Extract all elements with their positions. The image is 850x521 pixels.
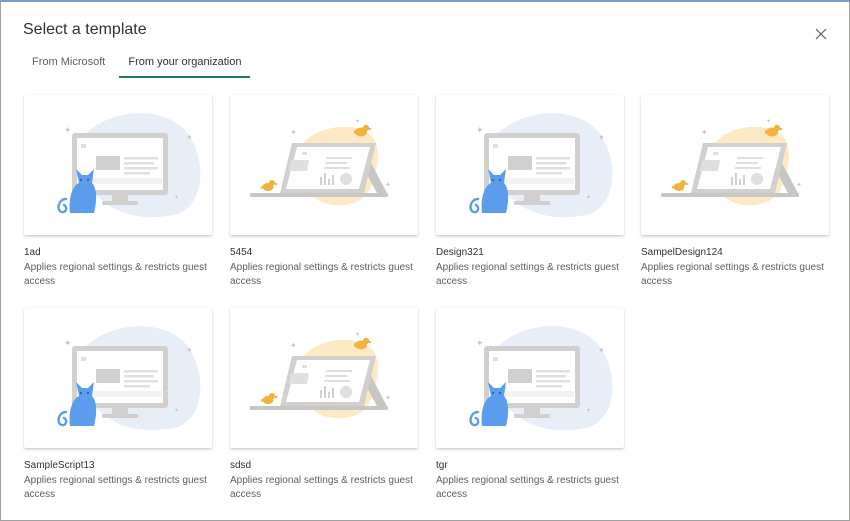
svg-text:✦: ✦: [355, 331, 360, 338]
template-name: 5454: [230, 247, 253, 258]
template-thumbnail: ✦ ✦ ✦: [230, 308, 418, 448]
template-description: Applies regional settings & restricts gu…: [641, 262, 824, 287]
svg-text:✦: ✦: [174, 407, 179, 414]
svg-text:✦: ✦: [64, 339, 72, 349]
cat-monitor-illustration: ✦ ✦ ✦: [469, 113, 613, 218]
template-card[interactable]: ✦ ✦ ✦ SampleScript13 Applies regional set…: [24, 308, 212, 502]
cat-monitor-illustration: ✦ ✦ ✦: [57, 113, 201, 218]
template-card[interactable]: ✦ ✦ ✦ 5454 Applies regional settings & re…: [230, 95, 418, 289]
template-thumbnail: ✦ ✦ ✦: [436, 95, 624, 235]
svg-text:✦: ✦: [766, 118, 771, 125]
template-name: SampleScript13: [24, 460, 95, 471]
template-thumbnail: ✦ ✦ ✦: [24, 308, 212, 448]
template-card[interactable]: ✦ ✦ ✦ SampelDesign124 Applies regional se…: [641, 95, 829, 289]
template-thumbnail: ✦ ✦ ✦: [230, 95, 418, 235]
svg-text:✦: ✦: [701, 128, 708, 137]
template-thumbnail: ✦ ✦ ✦: [436, 308, 624, 448]
svg-text:✦: ✦: [290, 128, 297, 137]
tab-from-your-organization[interactable]: From your organization: [119, 54, 251, 78]
template-card[interactable]: ✦ ✦ ✦ tgr Applies regional settings & res…: [436, 308, 624, 502]
cat-monitor-illustration: ✦ ✦ ✦: [57, 326, 201, 431]
svg-text:✦: ✦: [476, 339, 484, 349]
svg-text:✦: ✦: [586, 407, 591, 414]
svg-text:✦: ✦: [796, 181, 802, 189]
select-template-dialog: Select a template From Microsoft From yo…: [0, 0, 850, 521]
bird-tablet-illustration: ✦ ✦ ✦: [250, 331, 391, 419]
svg-text:✦: ✦: [290, 341, 297, 350]
svg-text:✦: ✦: [355, 118, 360, 125]
svg-text:✦: ✦: [598, 133, 605, 142]
template-description: Applies regional settings & restricts gu…: [230, 262, 413, 287]
template-description: Applies regional settings & restricts gu…: [24, 475, 207, 500]
tab-from-microsoft[interactable]: From Microsoft: [23, 54, 114, 78]
bird-tablet-illustration: ✦ ✦ ✦: [661, 118, 802, 206]
template-name: sdsd: [230, 460, 252, 471]
template-description: Applies regional settings & restricts gu…: [436, 262, 619, 287]
close-icon: [815, 28, 827, 40]
template-thumbnail: ✦ ✦ ✦: [641, 95, 829, 235]
template-name: 1ad: [24, 247, 41, 258]
dialog-title: Select a template: [23, 21, 147, 38]
template-description: Applies regional settings & restricts gu…: [230, 475, 413, 500]
svg-text:✦: ✦: [476, 126, 484, 136]
cat-monitor-illustration: ✦ ✦ ✦: [469, 326, 613, 431]
svg-text:✦: ✦: [586, 194, 591, 201]
svg-text:✦: ✦: [64, 126, 72, 136]
svg-text:✦: ✦: [598, 346, 605, 355]
template-name: Design321: [436, 247, 484, 258]
close-button[interactable]: [811, 24, 831, 44]
bird-tablet-illustration: ✦ ✦ ✦: [250, 118, 391, 206]
template-description: Applies regional settings & restricts gu…: [436, 475, 619, 500]
template-source-tabs: From Microsoft From your organization: [23, 54, 251, 78]
template-card[interactable]: ✦ ✦ ✦ 1ad Applies regional settings & res…: [24, 95, 212, 289]
template-description: Applies regional settings & restricts gu…: [24, 262, 207, 287]
svg-text:✦: ✦: [385, 394, 391, 402]
svg-text:✦: ✦: [174, 194, 179, 201]
template-thumbnail: ✦ ✦ ✦: [24, 95, 212, 235]
svg-text:✦: ✦: [186, 133, 193, 142]
template-card[interactable]: ✦ ✦ ✦ sdsd Applies regional settings & re…: [230, 308, 418, 502]
svg-text:✦: ✦: [186, 346, 193, 355]
template-name: tgr: [436, 460, 448, 471]
template-name: SampelDesign124: [641, 247, 723, 258]
svg-text:✦: ✦: [385, 181, 391, 189]
template-card[interactable]: ✦ ✦ ✦ Design321 Applies regional settings…: [436, 95, 624, 289]
